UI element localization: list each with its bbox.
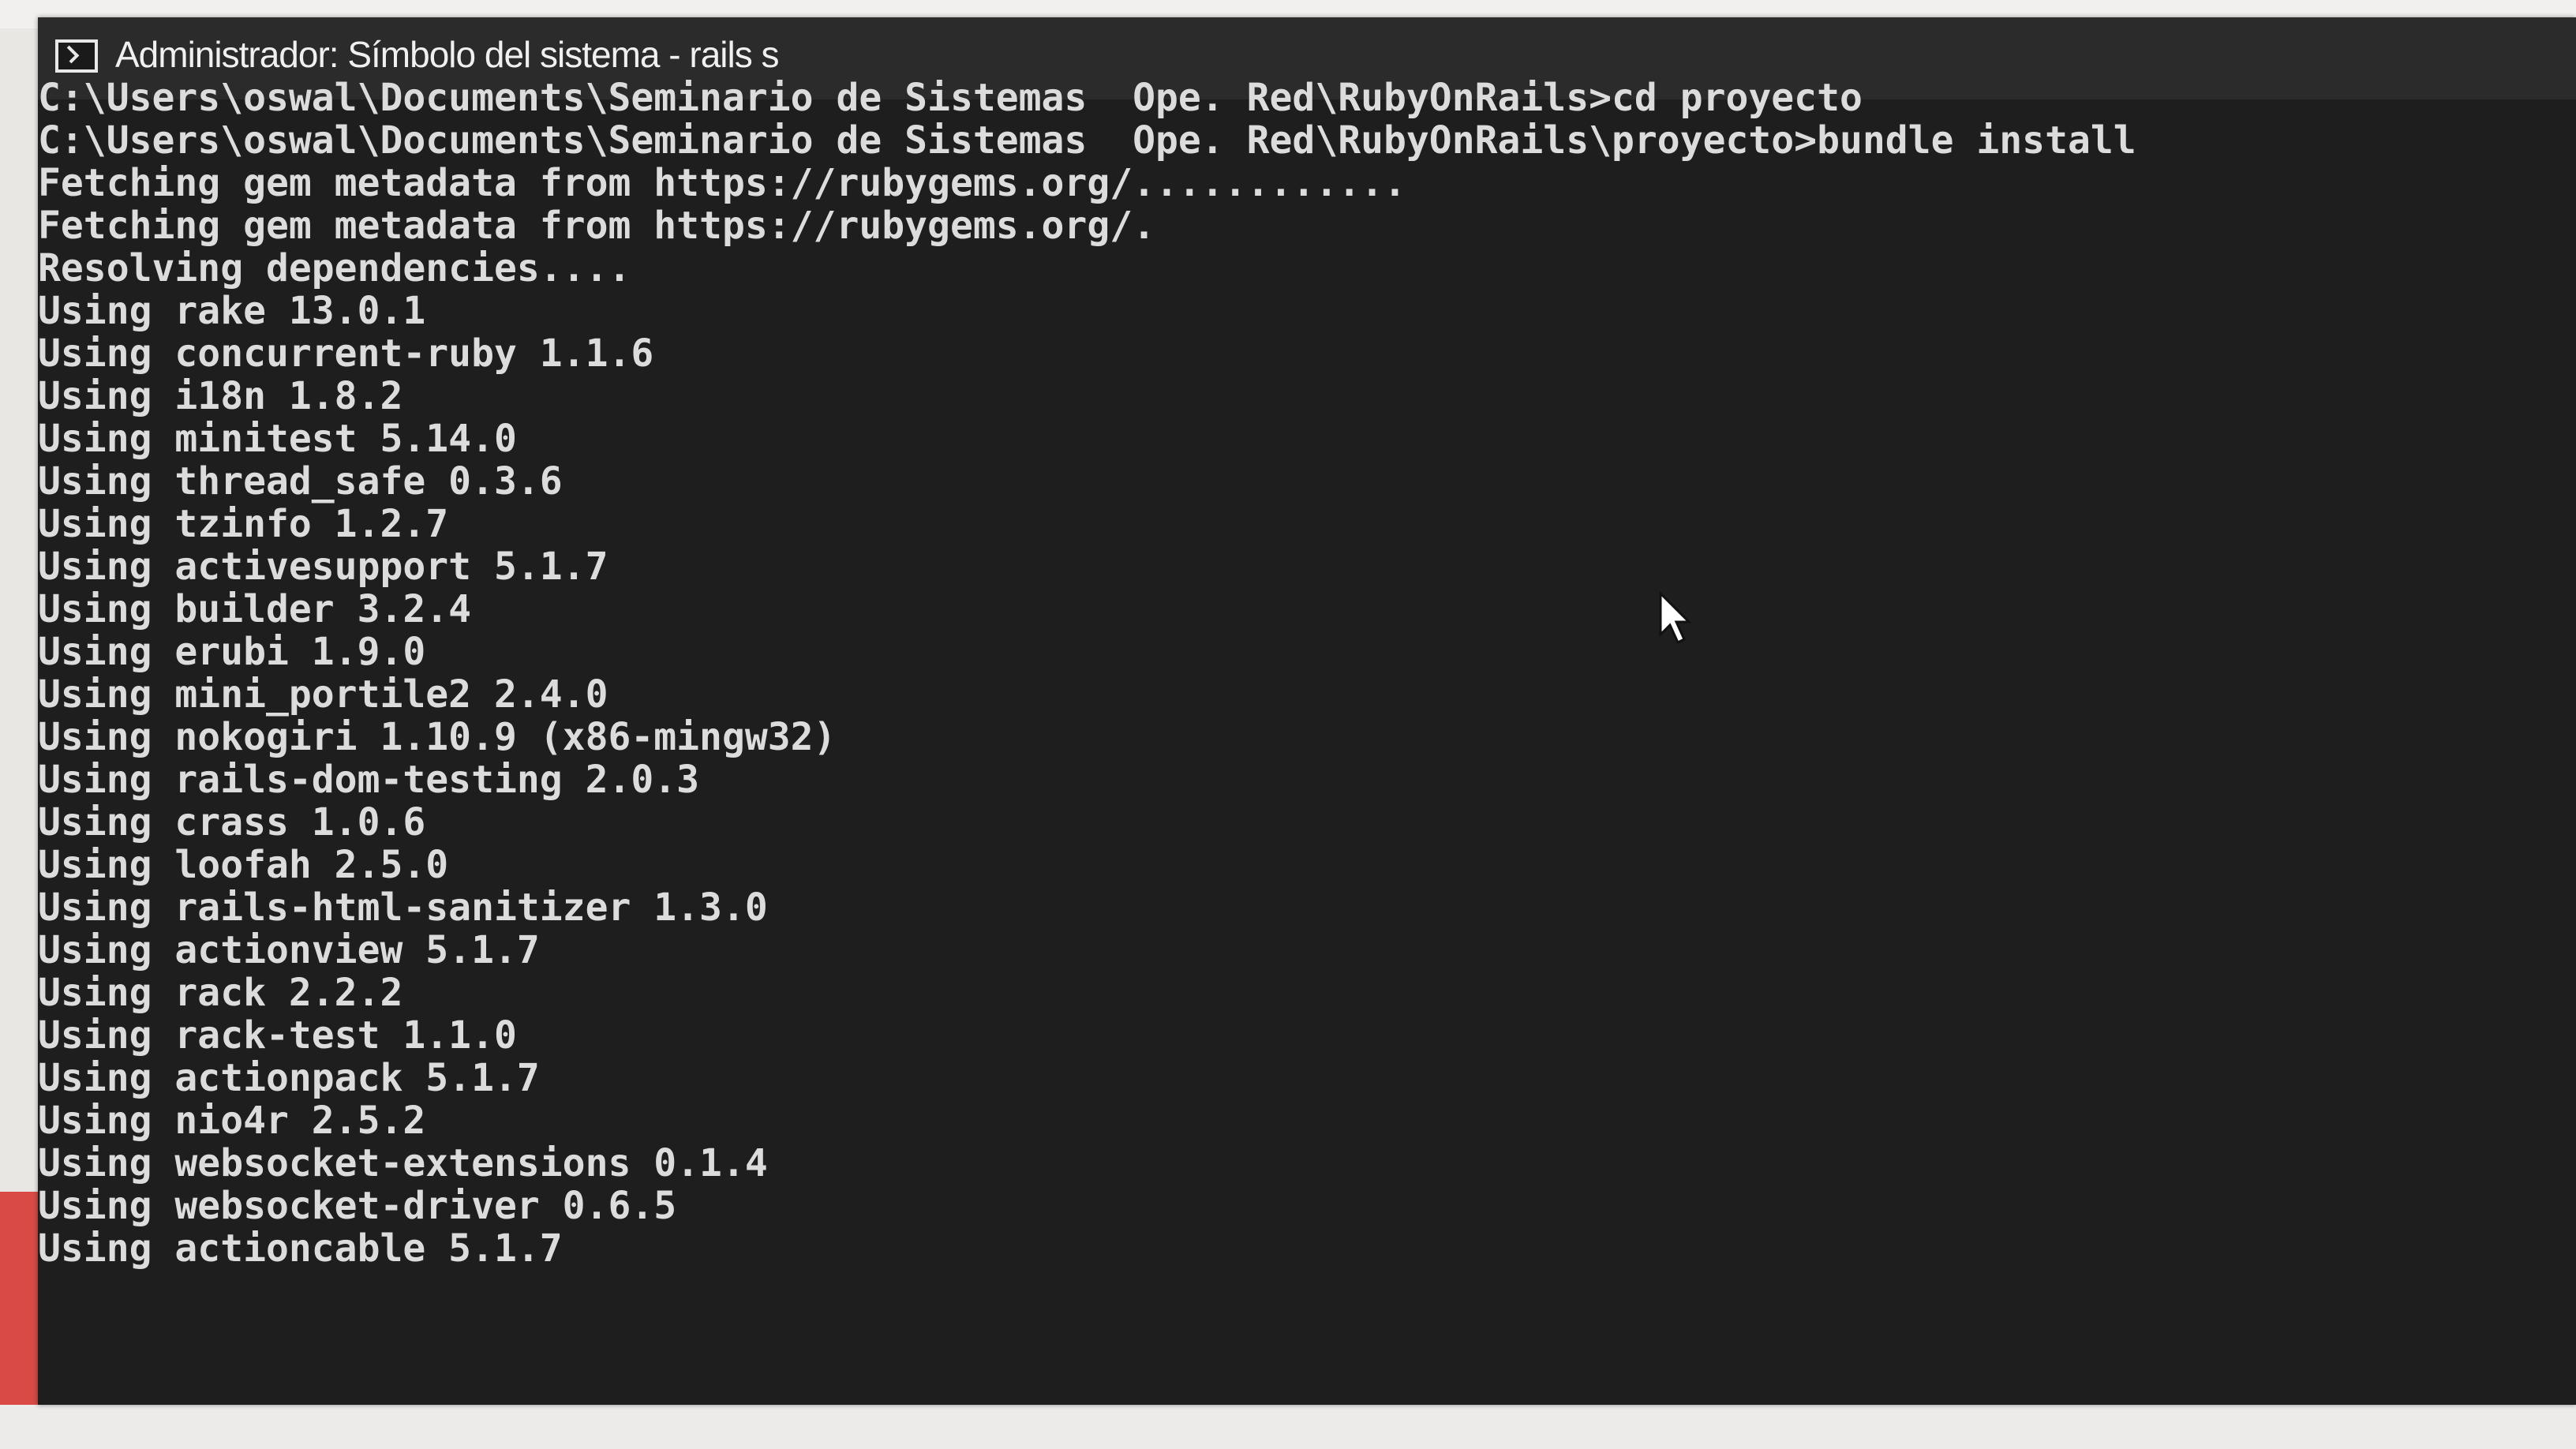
console-line: Using tzinfo 1.2.7	[38, 502, 449, 546]
console-line: Resolving dependencies....	[38, 246, 631, 290]
console-line: Using rake 13.0.1	[38, 289, 426, 333]
console-line: Using i18n 1.8.2	[38, 374, 403, 418]
console-line: Using activesupport 5.1.7	[38, 545, 608, 589]
console-line: Using websocket-driver 0.6.5	[38, 1184, 677, 1228]
console-line: Using builder 3.2.4	[38, 587, 472, 631]
console-line: C:\Users\oswal\Documents\Seminario de Si…	[38, 118, 2136, 163]
console-line: Using concurrent-ruby 1.1.6	[38, 331, 654, 376]
command-prompt-window: Administrador: Símbolo del sistema - rai…	[38, 17, 2576, 1405]
console-line: Using loofah 2.5.0	[38, 843, 449, 887]
console-line: Using thread_safe 0.3.6	[38, 459, 563, 504]
console-line: Using nio4r 2.5.2	[38, 1099, 426, 1143]
console-line: Using crass 1.0.6	[38, 800, 426, 844]
mouse-pointer-icon	[1659, 590, 1692, 645]
console-line: Fetching gem metadata from https://rubyg…	[38, 204, 1156, 248]
console-line: Using websocket-extensions 0.1.4	[38, 1141, 768, 1185]
console-line: Using nokogiri 1.10.9 (x86-mingw32)	[38, 715, 837, 759]
console-output[interactable]: C:\Users\oswal\Documents\Seminario de Si…	[38, 77, 2576, 1405]
console-line: Using actionpack 5.1.7	[38, 1056, 540, 1100]
console-line: Using actioncable 5.1.7	[38, 1226, 563, 1271]
console-line: Fetching gem metadata from https://rubyg…	[38, 161, 1406, 205]
screen-bottom-edge	[0, 1405, 2576, 1449]
command-prompt-icon[interactable]	[55, 39, 98, 73]
console-line: Using minitest 5.14.0	[38, 417, 517, 461]
console-line: Using rails-dom-testing 2.0.3	[38, 758, 700, 802]
console-line: Using actionview 5.1.7	[38, 928, 540, 972]
console-line: Using rails-html-sanitizer 1.3.0	[38, 886, 768, 930]
console-line: Using erubi 1.9.0	[38, 630, 426, 674]
console-line: Using mini_portile2 2.4.0	[38, 672, 608, 717]
console-line: Using rack-test 1.1.0	[38, 1013, 517, 1058]
window-title: Administrador: Símbolo del sistema - rai…	[115, 34, 780, 75]
console-line: C:\Users\oswal\Documents\Seminario de Si…	[38, 76, 1863, 120]
console-line: Using rack 2.2.2	[38, 971, 403, 1015]
